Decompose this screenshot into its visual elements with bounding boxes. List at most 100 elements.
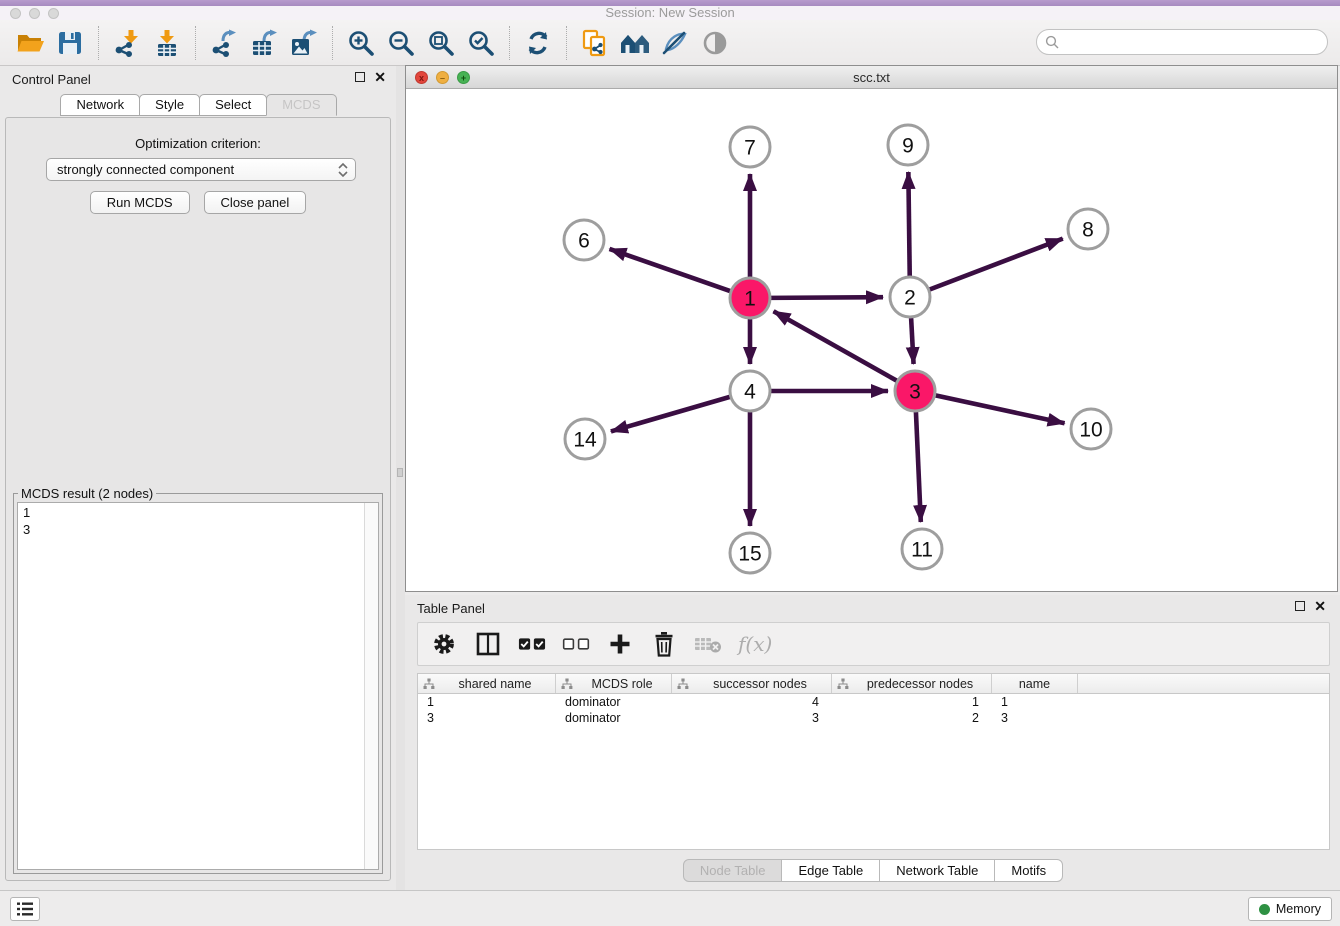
delete-column-icon[interactable]: [650, 630, 678, 658]
graph-node-11[interactable]: 11: [902, 529, 942, 569]
graph-node-3[interactable]: 3: [895, 371, 935, 411]
table-row[interactable]: 3dominator323: [418, 710, 1329, 726]
table-cell: 4: [672, 694, 832, 710]
float-table-panel-icon[interactable]: [1295, 601, 1305, 611]
graph-node-6[interactable]: 6: [564, 220, 604, 260]
float-panel-icon[interactable]: [355, 72, 365, 82]
table-cell: dominator: [556, 694, 672, 710]
tab-style[interactable]: Style: [139, 94, 200, 116]
graph-node-10[interactable]: 10: [1071, 409, 1111, 449]
function-builder-icon: f(x): [738, 632, 772, 656]
svg-text:11: 11: [911, 539, 933, 562]
table-panel: Table Panel ✕ f(x) shared nameMCDS roles…: [405, 595, 1340, 890]
tab-network-table[interactable]: Network Table: [879, 859, 995, 882]
graph-node-4[interactable]: 4: [730, 371, 770, 411]
first-neighbors-icon[interactable]: [617, 25, 653, 61]
svg-text:6: 6: [578, 230, 590, 253]
svg-text:14: 14: [573, 429, 597, 452]
zoom-fit-icon[interactable]: [423, 25, 459, 61]
tab-mcds[interactable]: MCDS: [266, 94, 336, 116]
table-cell: 3: [992, 710, 1078, 726]
network-window-titlebar[interactable]: x – + scc.txt: [406, 66, 1337, 89]
table-row[interactable]: 1dominator411: [418, 694, 1329, 710]
graph-node-1[interactable]: 1: [730, 278, 770, 318]
graph-node-7[interactable]: 7: [730, 127, 770, 167]
column-header-MCDS-role[interactable]: MCDS role: [556, 674, 672, 693]
export-network-icon[interactable]: [206, 25, 242, 61]
open-file-icon[interactable]: [12, 25, 48, 61]
run-mcds-button[interactable]: Run MCDS: [90, 191, 190, 214]
column-header-predecessor-nodes[interactable]: predecessor nodes: [832, 674, 992, 693]
close-panel-icon[interactable]: ✕: [374, 72, 386, 82]
memory-label: Memory: [1276, 902, 1321, 916]
add-column-icon[interactable]: [606, 630, 634, 658]
select-all-icon[interactable]: [518, 630, 546, 658]
zoom-out-icon[interactable]: [383, 25, 419, 61]
graph-node-9[interactable]: 9: [888, 125, 928, 165]
result-scrollbar[interactable]: [364, 503, 378, 869]
memory-status-icon: [1259, 904, 1270, 915]
graph-edge-2-8[interactable]: [930, 239, 1063, 290]
tab-select[interactable]: Select: [199, 94, 267, 116]
delete-table-icon[interactable]: [694, 630, 722, 658]
network-canvas[interactable]: 1 2 3 4 6 7 8 9 10 11 14 15: [406, 89, 1337, 591]
tab-node-table[interactable]: Node Table: [683, 859, 783, 882]
task-history-button[interactable]: [10, 897, 40, 921]
table-header-row: shared nameMCDS rolesuccessor nodesprede…: [418, 674, 1329, 694]
graph-node-8[interactable]: 8: [1068, 209, 1108, 249]
graph-edge-1-2[interactable]: [771, 297, 883, 298]
column-header-successor-nodes[interactable]: successor nodes: [672, 674, 832, 693]
zoom-selected-icon[interactable]: [463, 25, 499, 61]
window-title: Session: New Session: [0, 6, 1340, 20]
new-network-from-selection-icon[interactable]: [577, 25, 613, 61]
control-panel: Control Panel ✕ NetworkStyleSelectMCDS O…: [0, 66, 396, 890]
network-window-title: scc.txt: [406, 70, 1337, 85]
network-view-window: x – + scc.txt 1 2 3 4 6 7 8 9 10 11 14 15: [405, 65, 1338, 592]
mcds-result-box: MCDS result (2 nodes) 1 3: [13, 486, 383, 874]
apply-layout-icon[interactable]: [520, 25, 556, 61]
svg-text:1: 1: [744, 288, 756, 311]
graph-node-2[interactable]: 2: [890, 277, 930, 317]
svg-text:10: 10: [1079, 419, 1102, 442]
import-table-icon[interactable]: [149, 25, 185, 61]
close-panel-button[interactable]: Close panel: [204, 191, 307, 214]
select-value: strongly connected component: [57, 162, 234, 177]
column-header-shared-name[interactable]: shared name: [418, 674, 556, 693]
table-cell: 2: [832, 710, 992, 726]
tab-edge-table[interactable]: Edge Table: [781, 859, 880, 882]
main-toolbar: [0, 20, 1340, 66]
graph-node-14[interactable]: 14: [565, 419, 605, 459]
import-network-icon[interactable]: [109, 25, 145, 61]
export-image-icon[interactable]: [286, 25, 322, 61]
divider-grip[interactable]: [397, 468, 403, 477]
mcds-tab-content: Optimization criterion: strongly connect…: [5, 117, 391, 881]
select-stepper-icon: [337, 162, 349, 178]
graph-edge-2-3[interactable]: [911, 318, 913, 364]
graph-edge-2-9[interactable]: [908, 172, 909, 276]
graph-edge-3-1[interactable]: [774, 311, 897, 380]
graph-edge-4-14[interactable]: [611, 397, 730, 432]
tab-motifs[interactable]: Motifs: [994, 859, 1063, 882]
table-cell: 1: [992, 694, 1078, 710]
memory-button[interactable]: Memory: [1248, 897, 1332, 921]
graph-edge-3-10[interactable]: [936, 395, 1065, 423]
show-hide-details-icon[interactable]: [697, 25, 733, 61]
optimization-criterion-select[interactable]: strongly connected component: [46, 158, 356, 181]
table-options-icon[interactable]: [430, 630, 458, 658]
deselect-all-icon[interactable]: [562, 630, 590, 658]
svg-text:9: 9: [902, 135, 914, 158]
graph-node-15[interactable]: 15: [730, 533, 770, 573]
column-header-name[interactable]: name: [992, 674, 1078, 693]
save-session-icon[interactable]: [52, 25, 88, 61]
style-editor-icon[interactable]: [657, 25, 693, 61]
zoom-in-icon[interactable]: [343, 25, 379, 61]
panel-split-divider[interactable]: [396, 66, 405, 890]
table-cell: 1: [832, 694, 992, 710]
export-table-icon[interactable]: [246, 25, 282, 61]
column-visibility-icon[interactable]: [474, 630, 502, 658]
search-input[interactable]: [1036, 29, 1328, 55]
close-table-panel-icon[interactable]: ✕: [1314, 601, 1326, 611]
graph-edge-3-11[interactable]: [916, 412, 921, 522]
tab-network[interactable]: Network: [60, 94, 140, 116]
graph-edge-1-6[interactable]: [609, 249, 730, 291]
